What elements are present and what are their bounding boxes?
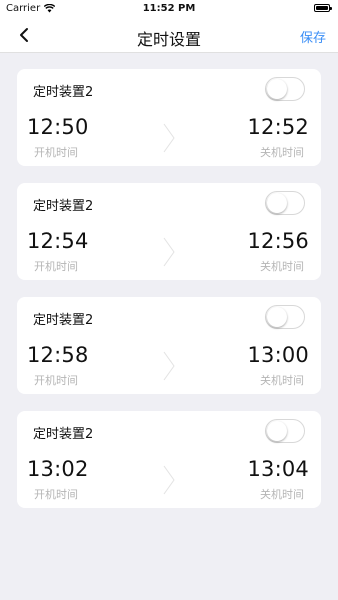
- timer-toggle[interactable]: [265, 77, 305, 101]
- timer-name: 定时装置2: [33, 199, 94, 214]
- nav-bar: 定时设置 保存: [0, 18, 338, 53]
- start-time[interactable]: 12:50: [27, 115, 89, 139]
- start-time[interactable]: 12:58: [27, 343, 89, 367]
- chevron-right-icon: [163, 123, 175, 153]
- end-time-label: 关机时间: [260, 146, 304, 159]
- battery-icon: [314, 4, 332, 12]
- chevron-right-icon: [163, 465, 175, 495]
- start-time[interactable]: 13:02: [27, 457, 89, 481]
- page-title: 定时设置: [136, 30, 201, 49]
- timer-card[interactable]: 定时装置2 12:54 开机时间 12:56 关机时间: [17, 183, 321, 280]
- toggle-knob: [267, 421, 287, 441]
- start-time-label: 开机时间: [34, 260, 78, 273]
- timer-card[interactable]: 定时装置2 12:50 开机时间 12:52 关机时间: [17, 69, 321, 166]
- start-time[interactable]: 12:54: [27, 229, 89, 253]
- chevron-right-icon: [163, 351, 175, 381]
- start-time-label: 开机时间: [34, 374, 78, 387]
- timer-list: 定时装置2 12:50 开机时间 12:52 关机时间 定时装置2 12:54 …: [17, 69, 321, 525]
- end-time[interactable]: 13:04: [247, 457, 309, 481]
- chevron-right-icon: [163, 237, 175, 267]
- end-time-label: 关机时间: [260, 260, 304, 273]
- end-time[interactable]: 13:00: [247, 343, 309, 367]
- end-time-label: 关机时间: [260, 488, 304, 501]
- toggle-knob: [267, 307, 287, 327]
- end-time[interactable]: 12:52: [247, 115, 309, 139]
- start-time-label: 开机时间: [34, 146, 78, 159]
- end-time[interactable]: 12:56: [247, 229, 309, 253]
- timer-toggle[interactable]: [265, 419, 305, 443]
- end-time-label: 关机时间: [260, 374, 304, 387]
- status-bar: Carrier 11:52 PM: [0, 0, 338, 18]
- timer-name: 定时装置2: [33, 313, 94, 328]
- start-time-label: 开机时间: [34, 488, 78, 501]
- toggle-knob: [267, 79, 287, 99]
- timer-toggle[interactable]: [265, 305, 305, 329]
- timer-card[interactable]: 定时装置2 13:02 开机时间 13:04 关机时间: [17, 411, 321, 508]
- timer-name: 定时装置2: [33, 427, 94, 442]
- timer-name: 定时装置2: [33, 85, 94, 100]
- timer-toggle[interactable]: [265, 191, 305, 215]
- save-button[interactable]: 保存: [300, 27, 326, 46]
- timer-card[interactable]: 定时装置2 12:58 开机时间 13:00 关机时间: [17, 297, 321, 394]
- toggle-knob: [267, 193, 287, 213]
- status-time: 11:52 PM: [142, 3, 196, 14]
